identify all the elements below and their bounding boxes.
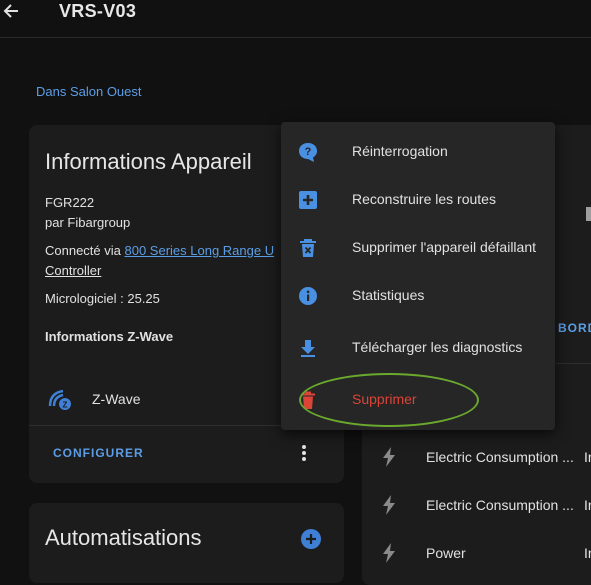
device-info-title: Informations Appareil	[45, 149, 252, 174]
download-icon	[301, 340, 315, 357]
more-options-button[interactable]	[295, 442, 313, 464]
menu-item-label: Supprimer	[352, 391, 417, 407]
entity-state: Ir	[584, 497, 591, 513]
configure-button[interactable]: CONFIGURER	[53, 446, 144, 460]
menu-item-download-diagnostics[interactable]: Télécharger les diagnostics	[281, 324, 555, 372]
menu-item-reinterview[interactable]: ? Réinterrogation	[281, 128, 555, 176]
automations-title: Automatisations	[45, 525, 202, 550]
entity-name: Electric Consumption ...	[426, 449, 574, 465]
plus-box-icon	[299, 191, 317, 209]
integration-zwave[interactable]: Z-Wave	[92, 391, 140, 407]
automations-card: Automatisations	[29, 503, 344, 583]
page-title: VRS-V03	[59, 1, 137, 21]
entities-action-button[interactable]: BORD	[558, 321, 591, 335]
device-actions-menu: ? Réinterrogation Reconstruire les route…	[281, 122, 555, 430]
delete-icon	[301, 391, 315, 409]
entity-row[interactable]: Power Ir	[362, 530, 591, 578]
entity-name: Power	[426, 545, 466, 561]
delete-box-icon	[300, 239, 316, 257]
entity-row[interactable]: Electric Consumption ... Ir	[362, 482, 591, 530]
info-icon	[299, 287, 317, 305]
menu-item-delete[interactable]: Supprimer	[281, 376, 555, 424]
top-bar: VRS-V03	[0, 0, 591, 38]
dots-vertical-icon	[302, 445, 306, 461]
connected-prefix: Connecté via	[45, 243, 125, 258]
controller-link-line2[interactable]: Controller	[45, 263, 101, 278]
device-manufacturer: par Fibargroup	[45, 215, 131, 230]
menu-item-remove-failed[interactable]: Supprimer l'appareil défaillant	[281, 224, 555, 272]
menu-item-statistics[interactable]: Statistiques	[281, 272, 555, 320]
entity-state: Ir	[584, 545, 591, 561]
flash-icon	[383, 447, 395, 467]
help-bubble-icon: ?	[299, 143, 317, 162]
entity-state: Ir	[584, 449, 591, 465]
zwave-icon: Z	[47, 387, 77, 414]
area-link[interactable]: Dans Salon Ouest	[36, 84, 142, 99]
menu-item-label: Statistiques	[352, 287, 425, 303]
svg-text:?: ?	[305, 146, 312, 158]
arrow-left-icon	[3, 4, 18, 18]
menu-item-label: Réinterrogation	[352, 143, 448, 159]
menu-item-label: Télécharger les diagnostics	[352, 339, 523, 355]
entity-row[interactable]: Electric Consumption ... Ir	[362, 434, 591, 482]
entity-name: Electric Consumption ...	[426, 497, 574, 513]
menu-item-label: Supprimer l'appareil défaillant	[352, 239, 536, 255]
svg-text:Z: Z	[63, 401, 68, 410]
controller-link[interactable]: 800 Series Long Range U	[125, 243, 275, 258]
plus-icon	[306, 534, 316, 544]
zwave-info-heading[interactable]: Informations Z-Wave	[45, 329, 173, 344]
back-button[interactable]	[2, 0, 22, 22]
connected-via: Connecté via 800 Series Long Range U	[45, 243, 274, 258]
flash-icon	[383, 543, 395, 563]
menu-item-label: Reconstruire les routes	[352, 191, 496, 207]
menu-item-rebuild-routes[interactable]: Reconstruire les routes	[281, 176, 555, 224]
device-model: FGR222	[45, 195, 95, 210]
firmware-version: Micrologiciel : 25.25	[45, 291, 160, 306]
add-automation-button[interactable]	[301, 529, 321, 549]
partial-icon	[586, 207, 591, 221]
flash-icon	[383, 495, 395, 515]
